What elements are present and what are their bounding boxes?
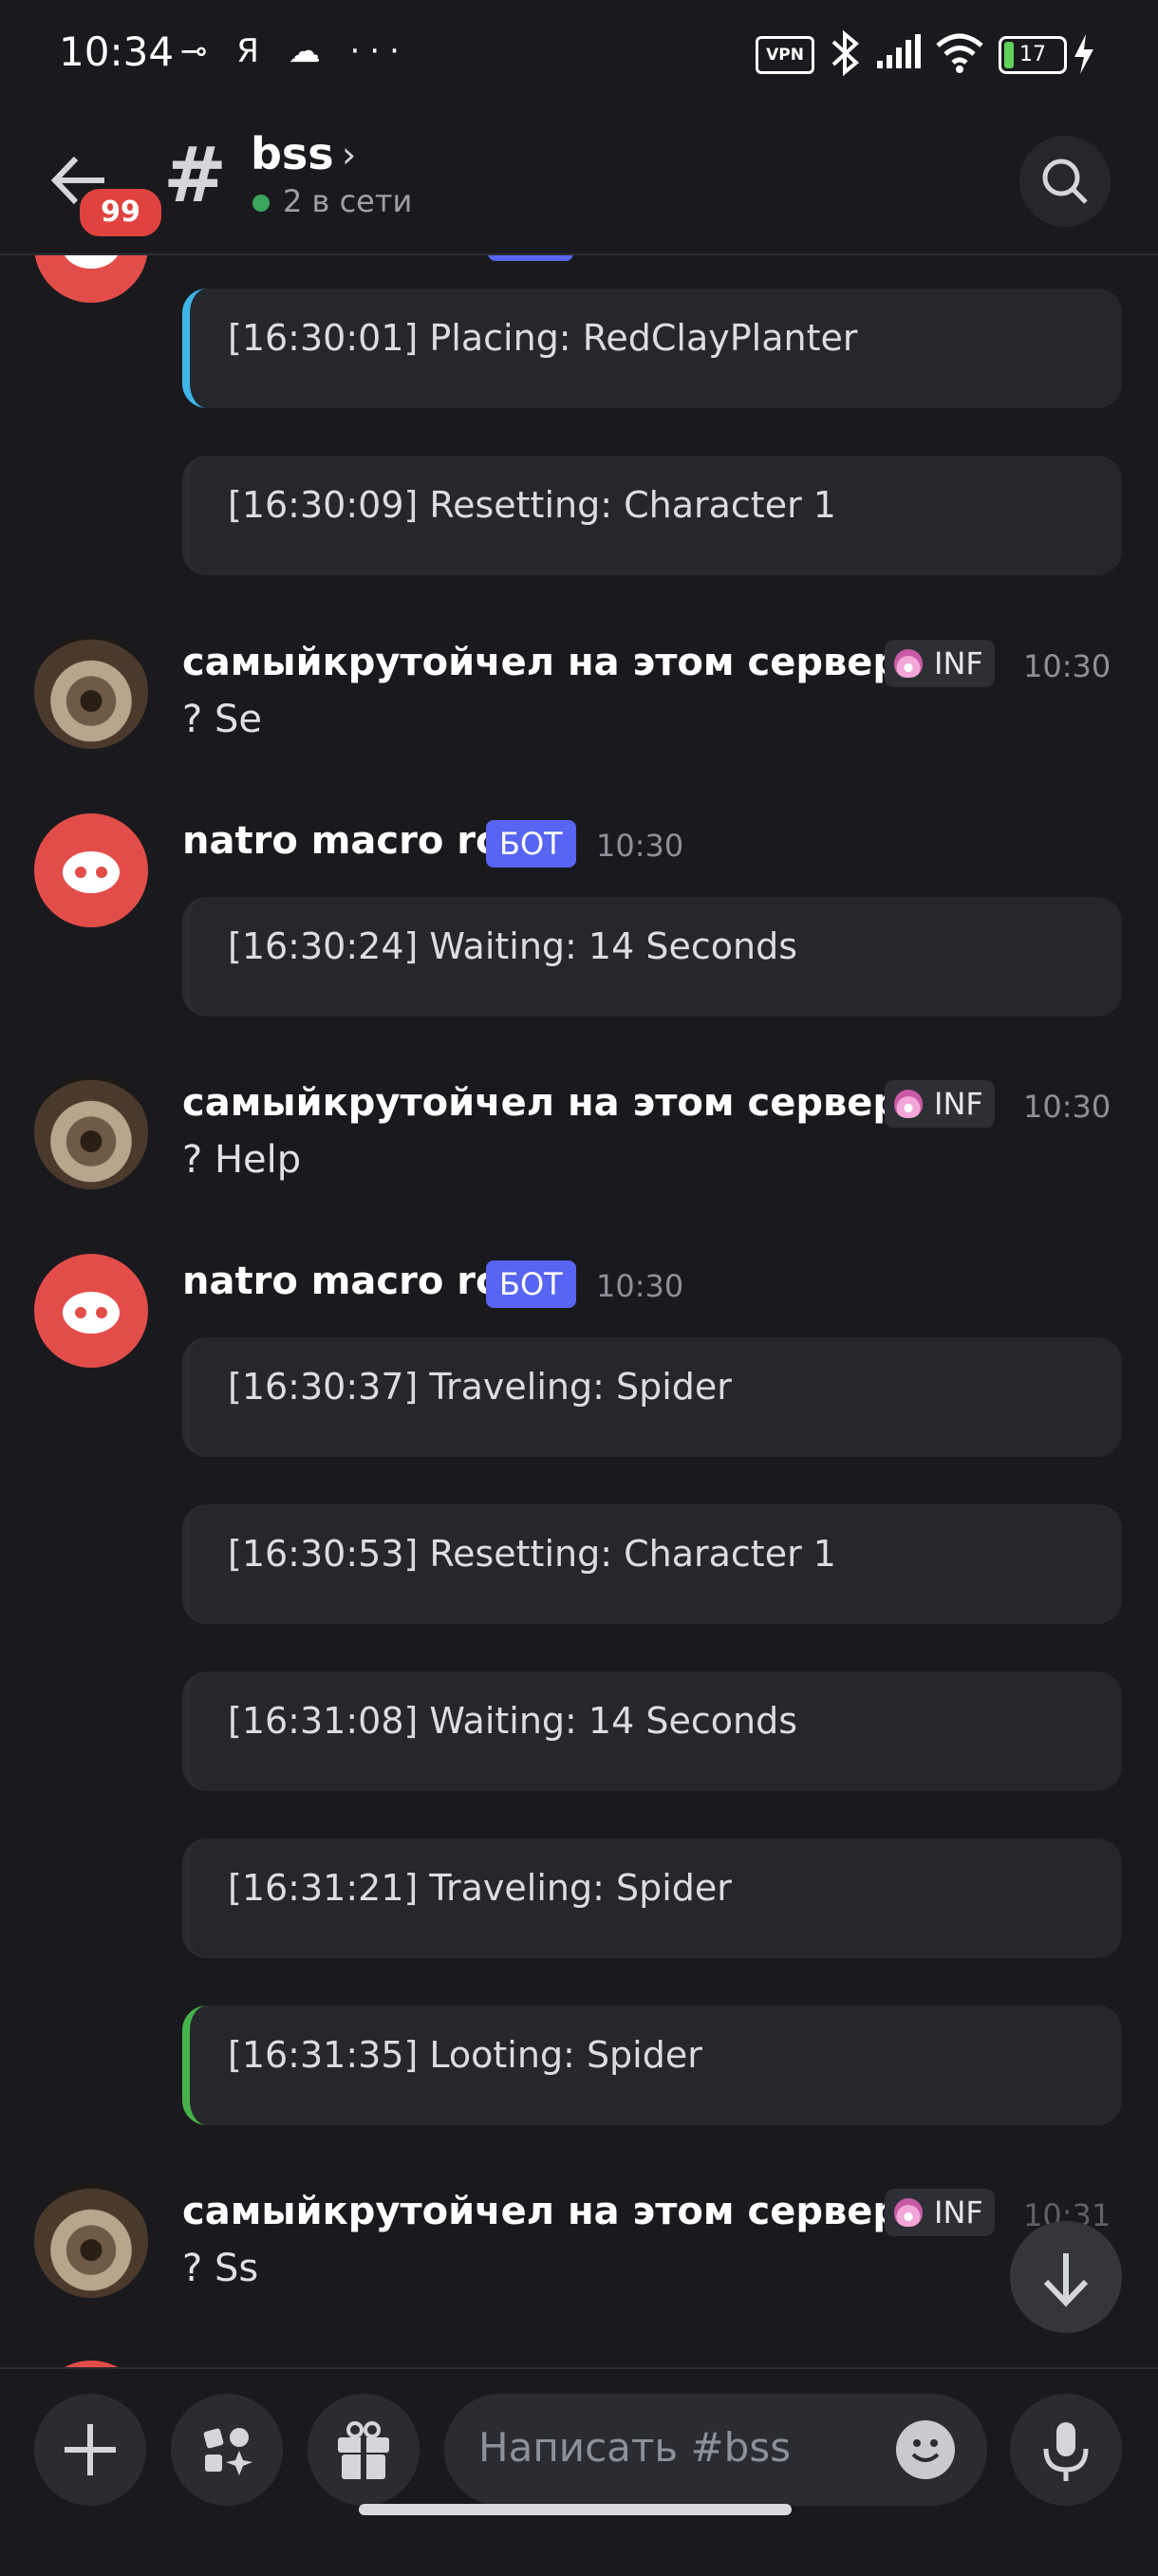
channel-header: 99 # bss › 2 в сети bbox=[0, 109, 1158, 255]
status-notification-icons: ⊸ Я ☁ ··· bbox=[180, 32, 409, 70]
author-name[interactable]: natro macro rc bbox=[182, 1260, 498, 1303]
battery-icon: 17 bbox=[999, 36, 1067, 74]
role-badge: INF bbox=[885, 640, 995, 687]
role-badge: INF bbox=[885, 1080, 995, 1128]
bot-avatar[interactable] bbox=[34, 813, 148, 927]
author-name[interactable]: самыйкрутойчел на этом сервере bbox=[182, 1081, 925, 1125]
voice-message-button[interactable] bbox=[1010, 2394, 1122, 2506]
embed-card[interactable]: [16:31:21] Traveling: Spider bbox=[182, 1839, 1122, 1958]
gift-button[interactable] bbox=[308, 2394, 420, 2506]
message-timestamp: 10:30 bbox=[596, 1268, 684, 1304]
online-count: 2 в сети bbox=[283, 183, 413, 219]
message-text: ? Ss bbox=[182, 2247, 259, 2290]
embed-text: [16:31:08] Waiting: 14 Seconds bbox=[228, 1700, 798, 1742]
role-label: INF bbox=[934, 2194, 983, 2231]
smiley-face-icon bbox=[911, 2439, 940, 2462]
embed-text: [16:30:37] Traveling: Spider bbox=[228, 1366, 732, 1408]
embed-card[interactable]: [16:30:09] Resetting: Character 1 bbox=[182, 456, 1122, 575]
role-label: INF bbox=[934, 645, 983, 681]
plus-icon bbox=[65, 2424, 116, 2475]
home-indicator[interactable] bbox=[359, 2504, 792, 2515]
gift-icon bbox=[338, 2421, 389, 2479]
emoji-icon[interactable] bbox=[896, 2420, 955, 2479]
message-text: ? Help bbox=[182, 1138, 302, 1182]
role-badge: INF bbox=[885, 2189, 995, 2236]
message-input[interactable]: Написать #bss bbox=[444, 2394, 987, 2506]
embed-card[interactable]: [16:30:24] Waiting: 14 Seconds bbox=[182, 897, 1122, 1017]
channel-name[interactable]: bss bbox=[251, 128, 334, 179]
channel-hash-icon: # bbox=[163, 131, 228, 219]
bot-badge: БОТ bbox=[486, 820, 576, 868]
message-input-placeholder: Написать #bss bbox=[478, 2424, 792, 2471]
bluetooth-icon bbox=[831, 29, 860, 77]
embed-card[interactable]: [16:30:53] Resetting: Character 1 bbox=[182, 1504, 1122, 1624]
message-text: ? Se bbox=[182, 698, 262, 741]
discord-logo-icon bbox=[65, 255, 118, 269]
author-name[interactable]: самыйкрутойчел на этом сервере bbox=[182, 641, 925, 684]
message-timestamp: 10:30 bbox=[1023, 648, 1111, 684]
charging-icon bbox=[1074, 34, 1093, 74]
bot-avatar[interactable] bbox=[34, 255, 148, 303]
user-avatar[interactable] bbox=[34, 2184, 148, 2298]
microphone-icon bbox=[1043, 2422, 1089, 2481]
embed-text: [16:31:21] Traveling: Spider bbox=[228, 1867, 732, 1909]
embed-card[interactable]: [16:30:01] Placing: RedClayPlanter bbox=[182, 289, 1122, 408]
user-avatar[interactable] bbox=[34, 635, 148, 749]
embed-text: [16:30:24] Waiting: 14 Seconds bbox=[228, 925, 798, 967]
user-avatar[interactable] bbox=[34, 1075, 148, 1189]
embed-text: [16:30:09] Resetting: Character 1 bbox=[228, 484, 836, 526]
embed-text: [16:31:35] Looting: Spider bbox=[228, 2034, 702, 2076]
chevron-right-icon[interactable]: › bbox=[342, 134, 356, 176]
embed-card[interactable]: [16:31:08] Waiting: 14 Seconds bbox=[182, 1671, 1122, 1791]
bot-badge: БОТ bbox=[486, 1260, 576, 1308]
embed-card[interactable]: [16:31:35] Looting: Spider bbox=[182, 2006, 1122, 2125]
vpn-icon: VPN bbox=[756, 36, 814, 74]
add-attachment-button[interactable] bbox=[34, 2394, 146, 2506]
flame-icon bbox=[894, 649, 923, 678]
online-dot-icon bbox=[252, 195, 270, 212]
discord-logo-icon bbox=[63, 851, 120, 893]
message-timestamp: 10:30 bbox=[1023, 1089, 1111, 1125]
bot-badge-partial bbox=[488, 255, 573, 261]
message-list[interactable]: [16:30:01] Placing: RedClayPlanter [16:3… bbox=[0, 255, 1158, 2367]
battery-level: 17 bbox=[1019, 43, 1046, 66]
author-name[interactable]: самыйкрутойчел на этом сервере bbox=[182, 2190, 925, 2233]
embed-text: [16:30:01] Placing: RedClayPlanter bbox=[228, 317, 858, 359]
flame-icon bbox=[894, 2198, 923, 2227]
message-timestamp: 10:30 bbox=[596, 828, 684, 864]
search-button[interactable] bbox=[1019, 136, 1111, 227]
role-label: INF bbox=[934, 1086, 983, 1122]
status-bar: 10:34 ⊸ Я ☁ ··· VPN 17 bbox=[0, 0, 1158, 109]
bot-avatar[interactable] bbox=[34, 1254, 148, 1368]
jump-to-bottom-button[interactable] bbox=[1010, 2221, 1122, 2333]
composer-bar: Написать #bss bbox=[0, 2367, 1158, 2576]
unread-badge: 99 bbox=[76, 185, 165, 240]
discord-logo-icon bbox=[63, 1292, 120, 1334]
status-time: 10:34 bbox=[59, 28, 175, 75]
bot-avatar[interactable] bbox=[34, 2361, 148, 2367]
apps-icon bbox=[203, 2428, 252, 2475]
embed-card[interactable]: [16:30:37] Traveling: Spider bbox=[182, 1337, 1122, 1457]
wifi-icon bbox=[936, 33, 983, 73]
apps-button[interactable] bbox=[171, 2394, 283, 2506]
signal-icon bbox=[877, 34, 921, 68]
embed-text: [16:30:53] Resetting: Character 1 bbox=[228, 1533, 836, 1575]
author-name[interactable]: natro macro rc bbox=[182, 819, 498, 863]
arrow-down-icon bbox=[1043, 2253, 1089, 2307]
search-icon bbox=[1042, 159, 1088, 204]
flame-icon bbox=[894, 1090, 923, 1118]
